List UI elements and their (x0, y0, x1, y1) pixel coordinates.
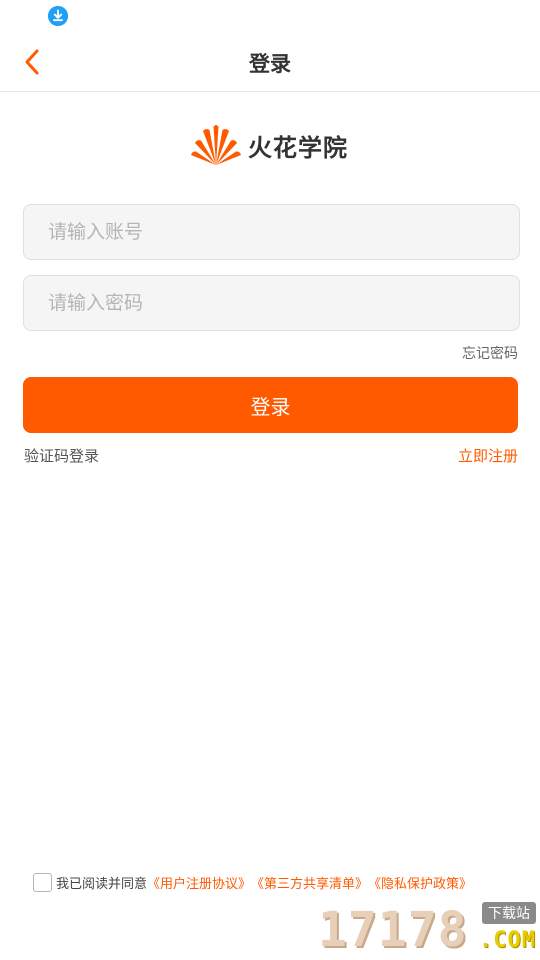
register-link[interactable]: 立即注册 (458, 445, 518, 466)
user-agreement-link[interactable]: 《用户注册协议》 (147, 873, 251, 892)
agreement-row: 我已阅读并同意 《用户注册协议》 《第三方共享清单》 《隐私保护政策》 (33, 871, 472, 893)
watermark-number: 17178 (318, 902, 468, 958)
account-input[interactable] (24, 205, 519, 259)
third-party-list-link[interactable]: 《第三方共享清单》 (251, 873, 368, 892)
watermark-domain: .COM (479, 928, 536, 953)
status-bar (0, 0, 540, 32)
header-bar: 登录 (0, 32, 540, 92)
sms-login-link[interactable]: 验证码登录 (24, 445, 99, 466)
forgot-password-link[interactable]: 忘记密码 (462, 343, 518, 363)
watermark: 17178 下载站 .COM (310, 898, 540, 960)
agree-checkbox[interactable] (33, 872, 52, 892)
brand-logo: 火花学院 (190, 120, 360, 170)
privacy-policy-link[interactable]: 《隐私保护政策》 (368, 873, 472, 892)
brand-name: 火花学院 (248, 133, 348, 162)
account-field[interactable] (23, 204, 520, 260)
agreement-text: 我已阅读并同意 (56, 876, 148, 892)
login-button[interactable]: 登录 (23, 377, 518, 433)
page-title: 登录 (249, 52, 291, 76)
password-field[interactable] (23, 275, 520, 331)
flame-fan-icon (191, 125, 241, 165)
download-icon (48, 6, 68, 26)
password-input[interactable] (24, 276, 519, 330)
watermark-tag: 下载站 (482, 902, 536, 924)
